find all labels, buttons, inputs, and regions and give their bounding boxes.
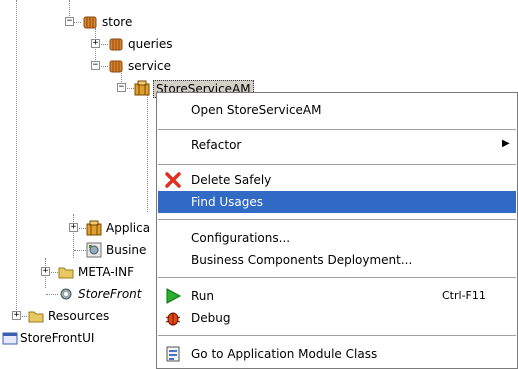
business-components-icon bbox=[86, 242, 102, 258]
gear-icon bbox=[58, 286, 74, 302]
menu-item-run-label: Run bbox=[191, 289, 215, 303]
collapse-toggle[interactable]: − bbox=[65, 17, 74, 26]
menu-item-open-label: Open StoreServiceAM bbox=[191, 103, 322, 117]
tree-guide-line bbox=[74, 250, 86, 251]
menu-separator bbox=[158, 164, 516, 165]
menu-item-find-usages[interactable]: Find Usages bbox=[158, 191, 516, 213]
folder-icon bbox=[58, 264, 74, 280]
menu-item-goto-class-label: Go to Application Module Class bbox=[191, 347, 378, 361]
tree-node-business[interactable]: Busine bbox=[106, 242, 146, 258]
tree-node-storefrontui[interactable]: StoreFrontUI bbox=[20, 330, 94, 346]
menu-item-debug-label: Debug bbox=[191, 311, 231, 325]
class-file-icon bbox=[164, 345, 182, 363]
menu-item-bc-deployment-label: Business Components Deployment... bbox=[191, 253, 413, 267]
tree-guide-line bbox=[16, 0, 17, 312]
expand-toggle[interactable]: + bbox=[91, 39, 100, 48]
project-icon bbox=[2, 330, 18, 346]
delete-icon bbox=[164, 171, 182, 189]
menu-item-delete-safely-label: Delete Safely bbox=[191, 173, 272, 187]
application-module-icon bbox=[134, 80, 150, 96]
menu-item-run-shortcut: Ctrl-F11 bbox=[442, 289, 486, 302]
tree-node-storefront[interactable]: StoreFront bbox=[78, 286, 141, 302]
tree-node-service[interactable]: service bbox=[128, 58, 171, 74]
menu-item-debug[interactable]: Debug bbox=[158, 307, 516, 329]
tree-guide-line bbox=[73, 214, 74, 258]
tree-guide-line bbox=[147, 92, 148, 212]
menu-item-run[interactable]: Run Ctrl-F11 bbox=[158, 285, 516, 307]
collapse-toggle[interactable]: − bbox=[117, 83, 126, 92]
tree-guide-line bbox=[46, 294, 58, 295]
debug-bug-icon bbox=[164, 309, 182, 327]
menu-item-goto-class[interactable]: Go to Application Module Class bbox=[158, 343, 516, 365]
menu-item-delete-safely[interactable]: Delete Safely bbox=[158, 169, 516, 191]
collapse-toggle[interactable]: − bbox=[91, 61, 100, 70]
menu-separator bbox=[158, 129, 516, 130]
expand-toggle[interactable]: + bbox=[69, 223, 78, 232]
folder-icon bbox=[28, 308, 44, 324]
menu-separator bbox=[158, 335, 516, 336]
submenu-arrow-icon: ▶ bbox=[502, 138, 510, 149]
menu-item-refactor[interactable]: Refactor ▶ bbox=[158, 134, 516, 156]
package-icon bbox=[108, 36, 124, 52]
context-menu: Open StoreServiceAM Refactor ▶ Delete Sa… bbox=[156, 92, 518, 369]
expand-toggle[interactable]: + bbox=[12, 311, 21, 320]
package-icon bbox=[82, 14, 98, 30]
menu-item-configurations[interactable]: Configurations... bbox=[158, 227, 516, 249]
package-icon bbox=[108, 58, 124, 74]
expand-toggle[interactable]: + bbox=[41, 267, 50, 276]
menu-item-configurations-label: Configurations... bbox=[191, 231, 291, 245]
menu-item-find-usages-label: Find Usages bbox=[191, 195, 264, 209]
application-module-icon bbox=[86, 220, 102, 236]
menu-separator bbox=[158, 277, 516, 278]
tree-node-store[interactable]: store bbox=[102, 14, 132, 30]
menu-item-refactor-label: Refactor bbox=[191, 138, 242, 152]
menu-item-open[interactable]: Open StoreServiceAM bbox=[158, 99, 516, 121]
tree-node-queries[interactable]: queries bbox=[128, 36, 173, 52]
run-icon bbox=[164, 287, 182, 305]
tree-node-application[interactable]: Applica bbox=[106, 220, 150, 236]
tree-node-meta-inf[interactable]: META-INF bbox=[78, 264, 134, 280]
menu-separator bbox=[158, 219, 516, 220]
menu-item-bc-deployment[interactable]: Business Components Deployment... bbox=[158, 249, 516, 271]
tree-node-resources[interactable]: Resources bbox=[48, 308, 109, 324]
